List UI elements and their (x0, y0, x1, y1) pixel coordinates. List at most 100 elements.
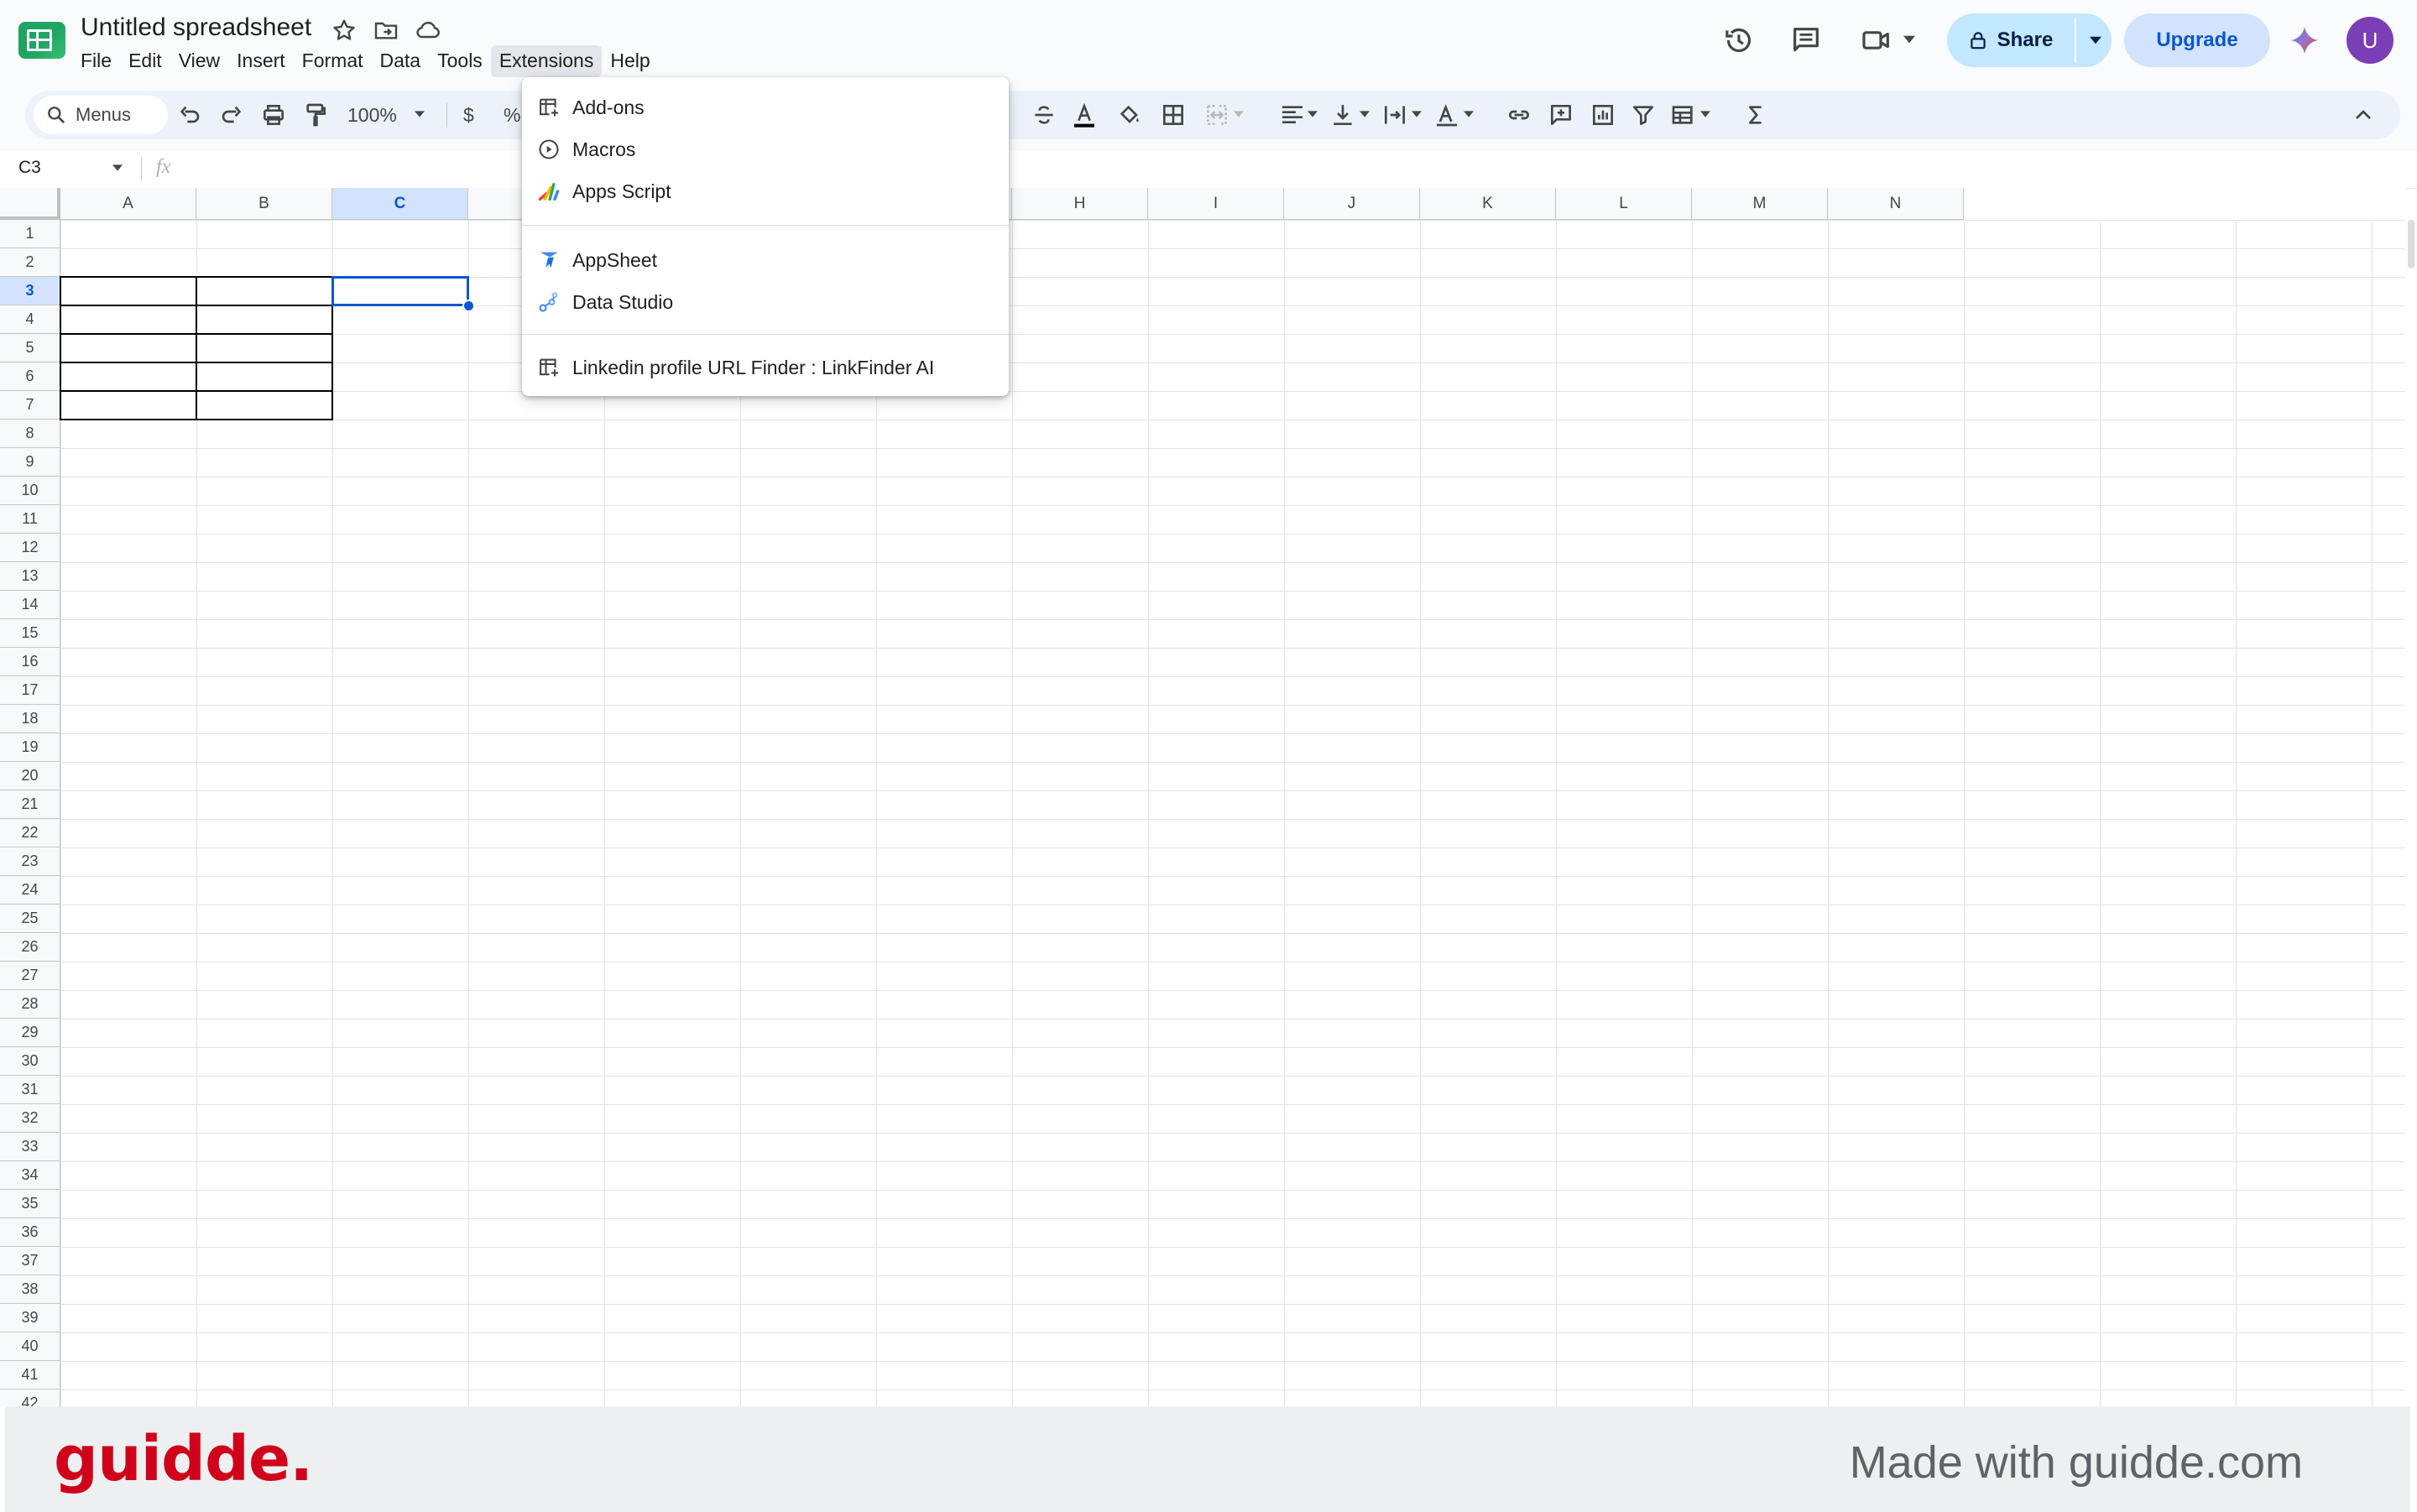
menu-tools[interactable]: Tools (429, 45, 491, 77)
row-header-15[interactable]: 15 (0, 619, 60, 648)
row-header-6[interactable]: 6 (0, 362, 60, 391)
column-header-b[interactable]: B (196, 188, 332, 220)
column-header-n[interactable]: N (1828, 188, 1964, 220)
undo-icon[interactable] (176, 102, 203, 128)
zoom-select[interactable]: 100% (347, 102, 397, 128)
column-header-l[interactable]: L (1556, 188, 1692, 220)
chart-icon[interactable] (1590, 102, 1616, 128)
bordered-cell[interactable] (196, 390, 333, 420)
row-header-2[interactable]: 2 (0, 248, 60, 277)
row-header-36[interactable]: 36 (0, 1218, 60, 1247)
cells-area[interactable] (60, 220, 2405, 1406)
text-rotation-icon[interactable] (1433, 102, 1460, 128)
text-wrap-icon[interactable] (1381, 102, 1408, 128)
row-header-23[interactable]: 23 (0, 847, 60, 876)
menu-insert[interactable]: Insert (228, 45, 294, 77)
row-header-7[interactable]: 7 (0, 391, 60, 420)
collapse-icon[interactable] (2350, 102, 2377, 128)
borders-icon[interactable] (1160, 102, 1187, 128)
menu-edit[interactable]: Edit (120, 45, 170, 77)
column-header-h[interactable]: H (1012, 188, 1148, 220)
bordered-cell[interactable] (60, 305, 197, 335)
row-header-42[interactable]: 42 (0, 1389, 60, 1406)
column-header-c[interactable]: C (332, 188, 468, 220)
document-title[interactable]: Untitled spreadsheet (81, 13, 311, 42)
bordered-cell[interactable] (60, 390, 197, 420)
fill-handle[interactable] (462, 300, 475, 312)
menus-search[interactable]: Menus (34, 96, 168, 134)
row-header-24[interactable]: 24 (0, 876, 60, 905)
row-header-17[interactable]: 17 (0, 676, 60, 705)
row-header-39[interactable]: 39 (0, 1304, 60, 1332)
meet-icon[interactable] (1860, 23, 1893, 57)
share-dropdown-button[interactable] (2078, 13, 2112, 67)
row-header-40[interactable]: 40 (0, 1332, 60, 1361)
row-header-31[interactable]: 31 (0, 1076, 60, 1104)
menu-item-linkfinder[interactable]: Linkedin profile URL Finder : LinkFinder… (522, 347, 1009, 388)
row-header-38[interactable]: 38 (0, 1275, 60, 1304)
functions-icon[interactable] (1742, 102, 1769, 128)
row-header-26[interactable]: 26 (0, 933, 60, 962)
star-icon[interactable] (331, 17, 358, 44)
row-header-9[interactable]: 9 (0, 448, 60, 477)
row-header-35[interactable]: 35 (0, 1190, 60, 1218)
cloud-saved-icon[interactable] (415, 17, 441, 44)
row-header-21[interactable]: 21 (0, 790, 60, 819)
row-header-29[interactable]: 29 (0, 1019, 60, 1047)
horizontal-align-icon[interactable] (1279, 102, 1306, 128)
menu-view[interactable]: View (170, 45, 228, 77)
row-header-13[interactable]: 13 (0, 562, 60, 591)
row-header-20[interactable]: 20 (0, 762, 60, 790)
share-button[interactable]: Share (1947, 13, 2073, 67)
column-header-k[interactable]: K (1420, 188, 1556, 220)
menu-item-add-ons[interactable]: Add-ons (522, 87, 1009, 128)
version-history-icon[interactable] (1722, 23, 1756, 57)
link-icon[interactable] (1506, 102, 1532, 128)
row-header-22[interactable]: 22 (0, 819, 60, 847)
bordered-cell[interactable] (196, 276, 333, 306)
row-header-12[interactable]: 12 (0, 534, 60, 562)
redo-icon[interactable] (218, 102, 245, 128)
row-header-14[interactable]: 14 (0, 591, 60, 619)
menu-item-appsheet[interactable]: AppSheet (522, 240, 1009, 280)
column-header-m[interactable]: M (1692, 188, 1828, 220)
menu-extensions[interactable]: Extensions (490, 45, 603, 77)
menu-item-data-studio[interactable]: Data Studio (522, 282, 1009, 322)
active-cell[interactable] (331, 276, 469, 306)
row-header-32[interactable]: 32 (0, 1104, 60, 1133)
move-to-folder-icon[interactable] (373, 17, 399, 44)
comments-icon[interactable] (1789, 23, 1823, 57)
column-header-j[interactable]: J (1284, 188, 1420, 220)
row-header-30[interactable]: 30 (0, 1047, 60, 1076)
bordered-cell[interactable] (60, 333, 197, 363)
bordered-cell[interactable] (196, 333, 333, 363)
menu-format[interactable]: Format (294, 45, 372, 77)
row-header-4[interactable]: 4 (0, 305, 60, 334)
bordered-cell[interactable] (60, 362, 197, 392)
bordered-cell[interactable] (60, 276, 197, 306)
filter-icon[interactable] (1630, 102, 1657, 128)
upgrade-button[interactable]: Upgrade (2124, 13, 2270, 67)
column-header-i[interactable]: I (1148, 188, 1284, 220)
scrollbar-thumb[interactable] (2408, 220, 2414, 269)
row-header-18[interactable]: 18 (0, 705, 60, 733)
gemini-icon[interactable] (2288, 23, 2321, 57)
row-header-19[interactable]: 19 (0, 733, 60, 762)
row-header-10[interactable]: 10 (0, 477, 60, 505)
row-header-11[interactable]: 11 (0, 505, 60, 534)
row-header-27[interactable]: 27 (0, 962, 60, 990)
row-header-28[interactable]: 28 (0, 990, 60, 1019)
menu-data[interactable]: Data (372, 45, 430, 77)
name-box[interactable]: C3 (18, 158, 41, 178)
bordered-cell[interactable] (196, 362, 333, 392)
table-icon[interactable] (1670, 102, 1697, 128)
currency-format-button[interactable]: $ (463, 102, 474, 128)
text-color-icon[interactable] (1071, 102, 1098, 128)
row-header-8[interactable]: 8 (0, 420, 60, 448)
paint-format-icon[interactable] (302, 102, 329, 128)
select-all-corner[interactable] (0, 188, 60, 220)
row-header-41[interactable]: 41 (0, 1361, 60, 1389)
avatar[interactable]: U (2347, 17, 2394, 64)
strikethrough-icon[interactable] (1031, 102, 1057, 128)
merge-cells-icon[interactable] (1203, 102, 1230, 128)
